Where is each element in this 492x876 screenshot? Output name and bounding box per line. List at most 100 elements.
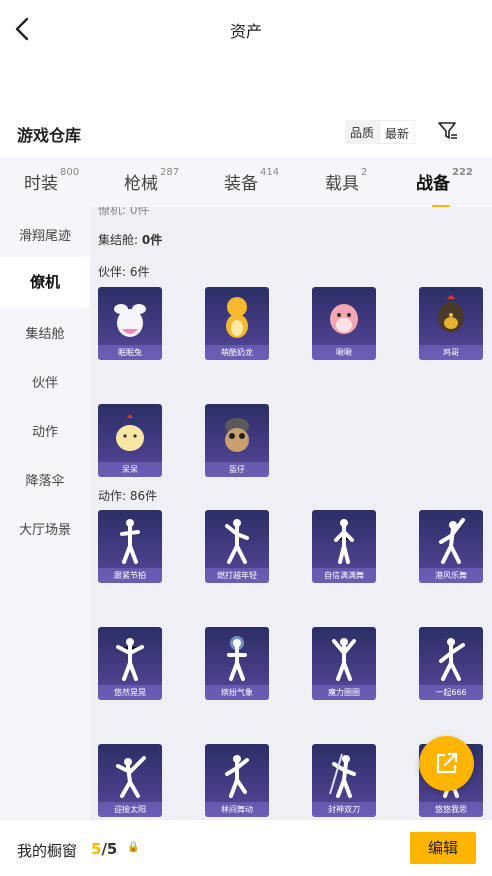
lock-icon: 🔒 [127, 842, 140, 853]
tab-count: 800 [60, 167, 80, 178]
card-label: 啾啾 [336, 348, 352, 357]
group-label-pod: 集结舱: 0件 [98, 231, 162, 248]
sidebar-item-wingman[interactable]: 僚机 [0, 257, 90, 307]
action-card[interactable]: 悠然晃晃 [98, 627, 162, 700]
category-tabs: 时装800 枪械287 装备414 载具2 战备222 [0, 157, 492, 208]
group-name: 集结舱: [98, 233, 142, 247]
sidebar-item-lobby[interactable]: 大厅场景 [0, 519, 90, 538]
chick-icon [116, 414, 144, 451]
showcase-bar: 我的橱窗 5/5 🔒 编辑 [0, 819, 492, 876]
group-label-action: 动作: 86件 [98, 487, 157, 504]
group-name: 动作: [98, 489, 130, 503]
external-link-icon [436, 752, 458, 774]
action-card[interactable]: 一起666 [419, 627, 483, 700]
edit-button[interactable]: 编辑 [410, 832, 476, 864]
section-header: 游戏仓库 [0, 110, 492, 154]
helmet-creature-icon [225, 418, 249, 452]
group-count: 86件 [129, 489, 158, 503]
card-label: 燃打越年轻 [217, 571, 257, 580]
section-title: 游戏仓库 [17, 126, 82, 145]
card-label: 自信满满舞 [324, 571, 364, 580]
tab-label: 装备 [224, 174, 258, 194]
tab-label: 战备 [416, 174, 450, 194]
dancer-icon [225, 755, 249, 798]
action-card[interactable]: 跟紧节拍 [98, 510, 162, 583]
sidebar-item-glide-trail[interactable]: 滑翔尾迹 [0, 225, 90, 244]
tab-label: 枪械 [124, 174, 158, 194]
card-label: 盔仔 [229, 465, 245, 474]
sidebar-item-pod[interactable]: 集结舱 [0, 323, 90, 342]
sidebar-item-parachute[interactable]: 降落伞 [0, 470, 90, 489]
dancer-icon [225, 519, 249, 564]
card-label: 一起666 [435, 688, 467, 697]
pink-creature-icon [330, 304, 358, 334]
sidebar-item-partner[interactable]: 伙伴 [0, 372, 90, 391]
action-card[interactable]: 魔力圈圈 [312, 627, 376, 700]
filter-icon[interactable] [437, 120, 459, 142]
action-card[interactable]: 燃打越年轻 [205, 510, 269, 583]
action-card[interactable]: 林间舞动 [205, 744, 269, 817]
group-count: 0件 [141, 233, 163, 247]
dragon-icon [226, 297, 248, 338]
partner-card[interactable]: 鸡哥 [419, 287, 483, 360]
bunny-icon [114, 304, 146, 337]
tab-readiness[interactable]: 战备222 [416, 167, 473, 208]
card-label: 港风乐舞 [435, 571, 467, 580]
showcase-count: 5/5 [91, 840, 117, 858]
showcase-total: /5 [101, 840, 118, 858]
dancer-icon [332, 638, 356, 681]
sort-latest[interactable]: 最新 [379, 120, 416, 144]
card-label: 跟紧节拍 [114, 571, 146, 580]
tab-count: 414 [260, 167, 280, 178]
tab-guns[interactable]: 枪械287 [124, 167, 180, 194]
dancer-icon [439, 518, 465, 564]
share-button[interactable] [419, 736, 474, 791]
tab-count: 2 [361, 167, 368, 178]
action-card[interactable]: 自信满满舞 [312, 510, 376, 583]
card-label: 魔力圈圈 [328, 688, 360, 697]
dancer-icon [120, 519, 140, 564]
dancer-icon [116, 638, 144, 681]
sidebar-item-action[interactable]: 动作 [0, 421, 90, 440]
card-label: 迎接太阳 [114, 805, 146, 814]
card-label: 萌酷奶龙 [221, 348, 253, 357]
dancer-icon [334, 519, 354, 564]
partner-card[interactable]: 眠眠兔 [98, 287, 162, 360]
group-label-wingman: 僚机: 0件 [98, 207, 150, 217]
showcase-current: 5 [91, 840, 102, 858]
action-card[interactable]: 缤纷气象 [205, 627, 269, 700]
chicken-icon [438, 295, 464, 332]
tab-label: 时装 [24, 174, 58, 194]
top-bar: 资产 [0, 0, 492, 58]
card-label: 鸡哥 [443, 348, 459, 357]
card-label: 悠悠我思 [435, 805, 467, 814]
partner-card[interactable]: 盔仔 [205, 404, 269, 477]
action-card[interactable]: 封神双刀 [312, 744, 376, 817]
dancer-icon [439, 638, 465, 681]
group-count: 6件 [129, 265, 150, 279]
tab-count: 222 [452, 167, 473, 178]
tab-vehicles[interactable]: 载具2 [325, 167, 368, 194]
tab-label: 载具 [325, 174, 359, 194]
showcase-label: 我的橱窗 [17, 842, 78, 860]
sort-quality[interactable]: 品质 [345, 120, 379, 144]
card-label: 呆呆 [122, 465, 138, 474]
card-label: 悠然晃晃 [114, 688, 146, 697]
tab-count: 287 [160, 167, 180, 178]
group-name: 伙伴: [98, 265, 130, 279]
dancer-icon [116, 756, 146, 798]
dancer-icon [329, 753, 356, 798]
card-label: 林间舞动 [221, 805, 253, 814]
tab-fashion[interactable]: 时装800 [24, 167, 80, 194]
group-label-partner: 伙伴: 6件 [98, 263, 150, 280]
partner-card[interactable]: 啾啾 [312, 287, 376, 360]
item-grid[interactable]: 僚机: 0件 集结舱: 0件 伙伴: 6件 眠眠兔 萌酷奶龙 啾啾 鸡哥 呆呆 … [90, 207, 492, 819]
partner-card[interactable]: 呆呆 [98, 404, 162, 477]
partner-card[interactable]: 萌酷奶龙 [205, 287, 269, 360]
sort-toggle[interactable]: 品质 最新 [345, 120, 416, 144]
page-title: 资产 [229, 22, 262, 41]
action-card[interactable]: 迎接太阳 [98, 744, 162, 817]
action-card[interactable]: 港风乐舞 [419, 510, 483, 583]
dancer-icon [227, 636, 247, 681]
tab-equipment[interactable]: 装备414 [224, 167, 280, 194]
